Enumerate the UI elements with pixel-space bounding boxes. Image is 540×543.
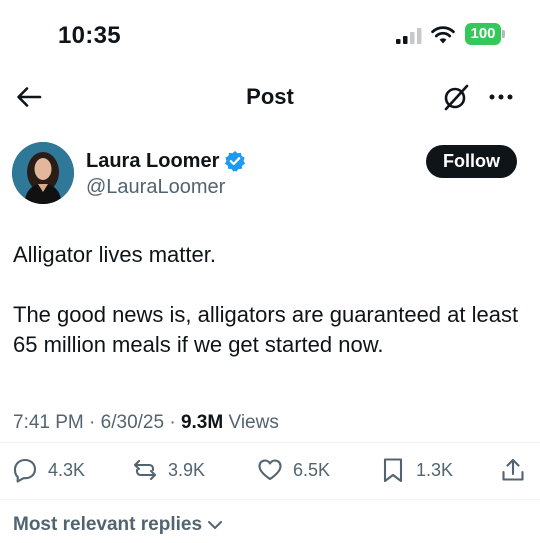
post-meta: 7:41 PM · 6/30/25 · 9.3M Views [13, 412, 279, 433]
top-nav: Post [0, 70, 540, 124]
more-options-icon[interactable] [485, 81, 517, 113]
replies-sort-dropdown[interactable]: Most relevant replies [13, 514, 224, 536]
post-paragraph: The good news is, alligators are guarant… [13, 302, 519, 357]
repost-icon [133, 459, 157, 481]
divider [0, 499, 540, 500]
cellular-signal-icon [396, 28, 422, 44]
author-avatar[interactable] [12, 142, 74, 204]
reply-icon [13, 458, 37, 483]
reply-button[interactable]: 4.3K [12, 455, 85, 485]
repost-button[interactable]: 3.9K [132, 455, 205, 485]
bookmark-icon [383, 458, 403, 483]
views-label: Views [228, 412, 279, 433]
heart-icon [258, 459, 282, 481]
share-icon [502, 458, 524, 481]
share-button[interactable] [500, 455, 526, 485]
battery-level: 100 [465, 23, 501, 45]
reply-count: 4.3K [48, 459, 86, 480]
wifi-icon [431, 26, 455, 44]
repost-count: 3.9K [168, 459, 206, 480]
bookmark-button[interactable]: 1.3K [380, 455, 453, 485]
status-bar: 10:35 100 [0, 0, 540, 70]
battery-icon: 100 [465, 23, 505, 45]
post-paragraph: Alligator lives matter. [13, 242, 216, 267]
author-handle[interactable]: @LauraLoomer [86, 176, 225, 199]
post-date[interactable]: 6/30/25 [101, 412, 164, 433]
verified-badge-icon [225, 151, 245, 172]
post-text: Alligator lives matter. The good news is… [13, 240, 528, 390]
like-count: 6.5K [293, 459, 331, 480]
replies-sort-label: Most relevant replies [13, 514, 203, 535]
views-count[interactable]: 9.3M [181, 412, 223, 433]
bookmark-count: 1.3K [416, 459, 454, 480]
chevron-down-icon [208, 521, 223, 529]
post-time[interactable]: 7:41 PM [13, 412, 84, 433]
status-time: 10:35 [58, 22, 121, 49]
follow-button[interactable]: Follow [426, 145, 517, 178]
like-button[interactable]: 6.5K [257, 455, 330, 485]
action-bar: 4.3K 3.9K 6.5K 1.3K [0, 455, 540, 485]
grok-icon[interactable] [440, 81, 472, 113]
author-name[interactable]: Laura Loomer [86, 150, 219, 173]
divider [0, 442, 540, 443]
